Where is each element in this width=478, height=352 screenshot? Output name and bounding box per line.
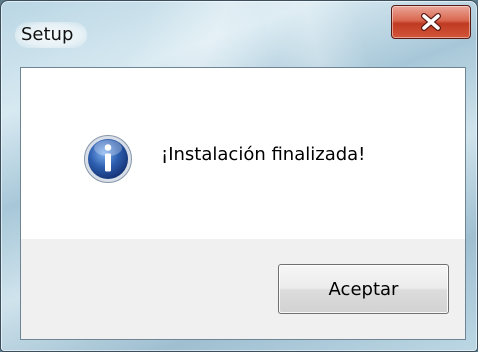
message-area: ¡Instalación finalizada! — [21, 68, 465, 239]
dialog-message: ¡Instalación finalizada! — [161, 144, 366, 165]
dialog-client-area: ¡Instalación finalizada! Aceptar — [20, 67, 466, 340]
window-title: Setup — [15, 22, 88, 48]
title-bar[interactable]: Setup — [1, 1, 477, 67]
setup-dialog-window: Setup ¡Instalación finalizada! Aceptar — [0, 0, 478, 352]
info-icon — [83, 134, 133, 184]
close-button[interactable] — [391, 5, 471, 39]
close-icon — [420, 13, 442, 31]
accept-button[interactable]: Aceptar — [278, 264, 449, 314]
